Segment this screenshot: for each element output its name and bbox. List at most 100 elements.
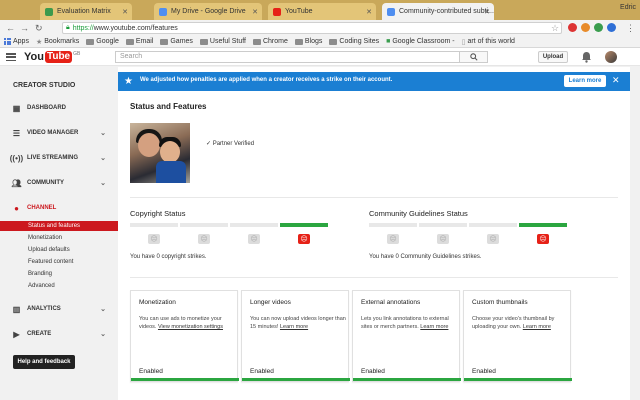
menu-kebab-icon[interactable]: ⋮ bbox=[626, 22, 635, 34]
close-tab-icon[interactable]: ✕ bbox=[484, 8, 490, 16]
sidebar-item-video-manager[interactable]: ☰ VIDEO MANAGER ⌄ bbox=[0, 127, 118, 139]
status-label: Enabled bbox=[139, 368, 163, 375]
copyright-strike-meter: ☹ ☹ ☹ ☹ bbox=[130, 223, 328, 247]
bookmark-item[interactable]: Games bbox=[160, 38, 193, 45]
star-icon: ★ bbox=[124, 76, 133, 87]
apps-grid-icon bbox=[4, 38, 11, 45]
learn-more-button[interactable]: Learn more bbox=[564, 75, 606, 87]
search-input[interactable]: Search bbox=[115, 51, 460, 63]
browser-user[interactable]: Edric bbox=[620, 4, 636, 11]
community-strikes-text: You have 0 Community Guidelines strikes. bbox=[369, 254, 482, 260]
browser-tab[interactable]: My Drive - Google Drive ✕ bbox=[154, 3, 262, 20]
dashboard-icon: ▦ bbox=[12, 103, 21, 113]
bookmark-item[interactable]: ■ Google Classroom - bbox=[386, 38, 454, 45]
sidebar-subitem-monetization[interactable]: Monetization bbox=[0, 233, 118, 243]
sidebar-item-dashboard[interactable]: ▦ DASHBOARD bbox=[0, 102, 118, 114]
neutral-face-icon: ☹ bbox=[248, 234, 260, 244]
close-tab-icon[interactable]: ✕ bbox=[122, 8, 128, 16]
extension-icon[interactable] bbox=[594, 23, 603, 32]
announcement-banner: ★ We adjusted how penalties are applied … bbox=[118, 72, 630, 91]
active-face-icon: ☹ bbox=[298, 234, 310, 244]
sidebar-subitem-upload-defaults[interactable]: Upload defaults bbox=[0, 245, 118, 255]
folder-icon bbox=[329, 38, 338, 45]
sheets-favicon-icon bbox=[45, 7, 53, 16]
bookmark-item[interactable]: ★ Bookmarks bbox=[36, 38, 79, 46]
search-button[interactable] bbox=[460, 51, 488, 63]
partner-status: ✓ Partner Verified bbox=[206, 141, 255, 147]
bookmark-item[interactable]: Chrome bbox=[252, 38, 288, 45]
google-favicon-icon bbox=[387, 7, 395, 16]
back-icon[interactable]: ← bbox=[6, 22, 15, 34]
forward-icon[interactable]: → bbox=[20, 22, 29, 34]
bookmark-item[interactable]: Email bbox=[125, 38, 153, 45]
lock-icon: 🔒︎ bbox=[66, 24, 70, 31]
creator-studio-sidebar: CREATOR STUDIO ▦ DASHBOARD ☰ VIDEO MANAG… bbox=[0, 67, 118, 400]
banner-message: We adjusted how penalties are applied wh… bbox=[140, 77, 393, 83]
bookmark-item[interactable]: Useful Stuff bbox=[199, 38, 246, 45]
help-and-feedback-button[interactable]: Help and feedback bbox=[13, 355, 75, 369]
browser-tab-active[interactable]: Community-contributed subti... ✕ bbox=[382, 3, 494, 20]
community-strike-meter: ☹ ☹ ☹ ☹ bbox=[369, 223, 567, 247]
folder-icon bbox=[160, 38, 169, 45]
neutral-face-icon: ☹ bbox=[487, 234, 499, 244]
browser-tab[interactable]: Evaluation Matrix ✕ bbox=[40, 3, 132, 20]
view-monetization-settings-link[interactable]: View monetization settings bbox=[158, 324, 223, 330]
address-bar[interactable]: 🔒︎ https:// www.youtube.com/features bbox=[62, 22, 562, 34]
browser-tabstrip: Evaluation Matrix ✕ My Drive - Google Dr… bbox=[0, 0, 640, 20]
sidebar-subitem-branding[interactable]: Branding bbox=[0, 269, 118, 279]
sidebar-item-community[interactable]: 👥︎ COMMUNITY ⌄ bbox=[0, 177, 118, 189]
upload-button[interactable]: Upload bbox=[538, 51, 568, 63]
sidebar-item-analytics[interactable]: ▥ ANALYTICS ⌄ bbox=[0, 303, 118, 315]
sidebar-item-live-streaming[interactable]: ((•)) LIVE STREAMING ⌄ bbox=[0, 152, 118, 164]
feature-card-monetization: Monetization You can use ads to monetize… bbox=[130, 290, 239, 382]
sidebar-subitem-advanced[interactable]: Advanced bbox=[0, 281, 118, 291]
reload-icon[interactable]: ↻ bbox=[35, 22, 43, 34]
learn-more-link[interactable]: Learn more bbox=[280, 324, 308, 330]
star-icon: ★ bbox=[35, 38, 43, 46]
extension-icon[interactable] bbox=[568, 23, 577, 32]
youtube-header: You Tube GB Search Upload bbox=[0, 48, 640, 66]
sidebar-item-create[interactable]: ▶ CREATE ⌄ bbox=[0, 328, 118, 340]
classroom-icon: ■ bbox=[386, 38, 391, 45]
close-tab-icon[interactable]: ✕ bbox=[366, 8, 372, 16]
hamburger-menu-icon[interactable] bbox=[6, 53, 16, 61]
folder-icon bbox=[86, 38, 95, 45]
neutral-face-icon: ☹ bbox=[387, 234, 399, 244]
close-icon[interactable]: ✕ bbox=[612, 75, 620, 86]
sidebar-item-channel[interactable]: ● CHANNEL bbox=[0, 202, 118, 214]
sidebar-subitem-featured-content[interactable]: Featured content bbox=[0, 257, 118, 267]
extension-icon[interactable] bbox=[581, 23, 590, 32]
bookmark-item[interactable]: Google bbox=[86, 38, 119, 45]
channel-icon: ● bbox=[14, 203, 19, 213]
main-panel: ★ We adjusted how penalties are applied … bbox=[118, 67, 630, 400]
bookmark-item[interactable]: Coding Sites bbox=[329, 38, 379, 45]
sidebar-title: CREATOR STUDIO bbox=[13, 82, 76, 89]
notifications-bell-icon[interactable] bbox=[581, 51, 592, 63]
sidebar-subitem-status-and-features[interactable]: Status and features bbox=[0, 221, 118, 231]
active-face-icon: ☹ bbox=[537, 234, 549, 244]
neutral-face-icon: ☹ bbox=[437, 234, 449, 244]
browser-tab[interactable]: YouTube ✕ bbox=[268, 3, 376, 20]
community-status-title: Community Guidelines Status bbox=[369, 209, 468, 218]
learn-more-link[interactable]: Learn more bbox=[523, 324, 551, 330]
learn-more-link[interactable]: Learn more bbox=[420, 324, 448, 330]
analytics-icon: ▥ bbox=[12, 304, 21, 314]
live-icon: ((•)) bbox=[9, 153, 24, 163]
community-icon: 👥︎ bbox=[11, 178, 22, 188]
enabled-bar bbox=[242, 378, 350, 381]
feature-card-longer-videos: Longer videos You can now upload videos … bbox=[241, 290, 350, 382]
bookmark-item[interactable]: ▯ art of this world bbox=[462, 38, 515, 46]
bookmark-star-icon[interactable]: ☆ bbox=[551, 22, 559, 34]
chevron-down-icon: ⌄ bbox=[100, 155, 106, 162]
bookmark-apps[interactable]: Apps bbox=[4, 38, 29, 45]
chevron-down-icon: ⌄ bbox=[100, 130, 106, 137]
account-avatar[interactable] bbox=[605, 51, 617, 63]
chevron-down-icon: ⌄ bbox=[100, 306, 106, 313]
youtube-logo[interactable]: You Tube GB bbox=[24, 51, 80, 63]
divider bbox=[130, 277, 618, 278]
chevron-down-icon: ⌄ bbox=[100, 331, 106, 338]
status-label: Enabled bbox=[361, 368, 385, 375]
bookmark-item[interactable]: Blogs bbox=[294, 38, 322, 45]
extension-icon[interactable] bbox=[607, 23, 616, 32]
close-tab-icon[interactable]: ✕ bbox=[252, 8, 258, 16]
